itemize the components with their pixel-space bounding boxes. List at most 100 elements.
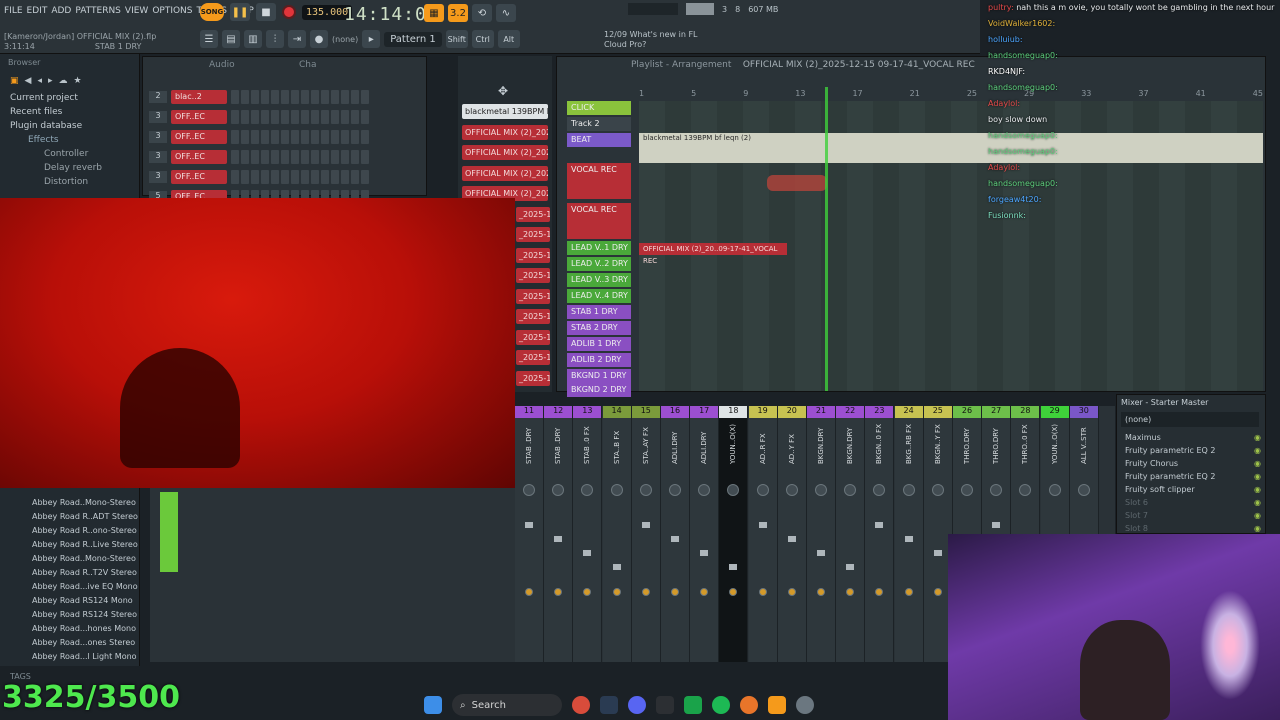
step-button[interactable] bbox=[251, 170, 259, 184]
track-header[interactable]: BKGND 1 DRY bbox=[567, 369, 631, 383]
step-button[interactable] bbox=[351, 130, 359, 144]
step-button[interactable] bbox=[261, 150, 269, 164]
plugin-preset-item[interactable]: Abbey Road R..ono-Stereo bbox=[0, 522, 140, 536]
step-button[interactable] bbox=[311, 130, 319, 144]
send-knob[interactable] bbox=[787, 588, 796, 596]
step-button[interactable] bbox=[301, 110, 309, 124]
fx-slot[interactable]: Slot 7 ◉ bbox=[1117, 509, 1265, 522]
volume-fader[interactable] bbox=[846, 564, 855, 570]
pattern-item[interactable]: _2025-1.. bbox=[516, 370, 550, 386]
browser-item[interactable]: Distortion bbox=[0, 175, 139, 189]
volume-fader[interactable] bbox=[525, 522, 533, 528]
step-sequencer[interactable] bbox=[231, 90, 369, 104]
record-button[interactable] bbox=[282, 5, 296, 19]
step-button[interactable] bbox=[311, 110, 319, 124]
pattern-item[interactable]: _2025-1.. bbox=[516, 309, 550, 324]
step-button[interactable] bbox=[331, 110, 339, 124]
mixer-strip[interactable]: 16 ADLI.DRY bbox=[661, 406, 690, 662]
step-button[interactable] bbox=[271, 90, 279, 104]
channel-number[interactable]: 3 bbox=[149, 151, 167, 163]
volume-fader[interactable] bbox=[758, 522, 767, 528]
track-header[interactable]: VOCAL REC bbox=[567, 203, 631, 239]
track-header[interactable]: STAB 2 DRY bbox=[567, 321, 631, 335]
plugin-preset-item[interactable]: Abbey Road..Mono-Stereo bbox=[0, 550, 140, 564]
obs-icon[interactable] bbox=[740, 696, 758, 714]
send-knob[interactable] bbox=[583, 588, 592, 596]
plugin-preset-item[interactable]: Abbey Road R..Live Stereo bbox=[0, 536, 140, 550]
step-button[interactable] bbox=[321, 150, 329, 164]
step-button[interactable] bbox=[341, 170, 349, 184]
step-button[interactable] bbox=[361, 150, 369, 164]
playlist-icon[interactable]: ☰ bbox=[200, 30, 218, 48]
song-mode-button[interactable]: SONG bbox=[200, 3, 224, 21]
app-icon[interactable] bbox=[684, 696, 702, 714]
step-button[interactable] bbox=[321, 130, 329, 144]
audio-clip-vocal-waveform[interactable] bbox=[767, 175, 827, 191]
chat-username[interactable]: Fusionnk: bbox=[988, 211, 1026, 220]
pan-knob[interactable] bbox=[961, 484, 973, 496]
chat-username[interactable]: handsomeguap0: bbox=[988, 179, 1058, 188]
step-button[interactable] bbox=[291, 130, 299, 144]
forward-icon[interactable]: ▸ bbox=[48, 76, 53, 86]
fx-slot[interactable]: Maximus ◉ bbox=[1117, 431, 1265, 444]
mixer-strip[interactable]: 13 STAB .0 FX bbox=[573, 406, 603, 662]
plugin-preset-item[interactable]: Abbey Road...l Light Mono bbox=[0, 648, 140, 662]
step-button[interactable] bbox=[231, 130, 239, 144]
menu-item-options[interactable]: OPTIONS bbox=[152, 6, 192, 16]
play-button[interactable]: ❚❚ bbox=[230, 3, 250, 21]
volume-fader[interactable] bbox=[612, 564, 621, 570]
plugin-preset-item[interactable]: Abbey Road RS124 Mono bbox=[0, 592, 140, 606]
fx-power-icon[interactable]: ◉ bbox=[1254, 524, 1261, 533]
step-button[interactable] bbox=[291, 150, 299, 164]
browser-item[interactable]: Plugin database bbox=[0, 119, 139, 133]
volume-fader[interactable] bbox=[904, 536, 913, 542]
track-header[interactable]: LEAD V..3 DRY bbox=[567, 273, 631, 287]
step-button[interactable] bbox=[331, 90, 339, 104]
pan-knob[interactable] bbox=[523, 484, 535, 496]
channel-rack-icon[interactable]: ▥ bbox=[244, 30, 262, 48]
cloud-icon[interactable]: ☁ bbox=[59, 76, 68, 86]
fx-power-icon[interactable]: ◉ bbox=[1254, 446, 1261, 455]
browser-item[interactable]: Effects bbox=[0, 133, 139, 147]
spotify-icon[interactable] bbox=[712, 696, 730, 714]
fx-slot[interactable]: Fruity parametric EQ 2 ◉ bbox=[1117, 444, 1265, 457]
volume-fader[interactable] bbox=[787, 536, 796, 542]
pattern-select[interactable]: Pattern 1 bbox=[384, 31, 442, 47]
step-button[interactable] bbox=[291, 170, 299, 184]
channel-row[interactable]: 2 blac..2 bbox=[149, 89, 369, 105]
plugin-preset-item[interactable]: Abbey Road...ive EQ Mono bbox=[0, 578, 140, 592]
step-button[interactable] bbox=[351, 110, 359, 124]
step-button[interactable] bbox=[281, 90, 289, 104]
send-knob[interactable] bbox=[641, 588, 650, 596]
back-icon[interactable]: ◂ bbox=[37, 76, 42, 86]
step-button[interactable] bbox=[231, 150, 239, 164]
plugin-preset-item[interactable]: Abbey Road RS124 Stereo bbox=[0, 606, 140, 620]
volume-fader[interactable] bbox=[817, 550, 825, 556]
pattern-item[interactable]: OFFICIAL MIX (2)_2025-1.. bbox=[462, 165, 548, 181]
step-button[interactable] bbox=[341, 150, 349, 164]
mixer-strip[interactable]: 19 AD..R FX bbox=[748, 406, 778, 662]
pattern-item[interactable]: _2025-1.. bbox=[516, 329, 550, 345]
volume-fader[interactable] bbox=[992, 522, 1001, 528]
send-knob[interactable] bbox=[904, 588, 913, 596]
star-icon[interactable]: ★ bbox=[74, 76, 82, 86]
pattern-item[interactable]: blackmetal 139BPM bf leqn bbox=[462, 104, 548, 119]
mixer-strip[interactable]: 20 AD..Y FX bbox=[777, 406, 807, 662]
pan-knob[interactable] bbox=[552, 484, 565, 496]
chat-username[interactable]: RKD4NJF: bbox=[988, 67, 1025, 76]
step-button[interactable] bbox=[251, 110, 259, 124]
step-button[interactable] bbox=[341, 130, 349, 144]
terminal-icon[interactable] bbox=[656, 696, 674, 714]
channel-name-button[interactable]: OFF..EC bbox=[171, 150, 227, 164]
step-button[interactable] bbox=[241, 170, 249, 184]
browser-item[interactable]: Controller bbox=[0, 147, 139, 161]
pan-knob[interactable] bbox=[873, 484, 886, 496]
channel-row[interactable]: 3 OFF..EC bbox=[149, 169, 369, 185]
chrome-icon[interactable] bbox=[572, 696, 590, 714]
pan-knob[interactable] bbox=[756, 484, 769, 496]
chat-username[interactable]: Adaylol: bbox=[988, 99, 1020, 108]
chat-username[interactable]: handsomeguap0: bbox=[988, 51, 1058, 60]
plugin-preset-item[interactable]: Abbey Road R..ADT Stereo bbox=[0, 508, 140, 522]
ctrl-key-button[interactable]: Ctrl bbox=[471, 30, 494, 48]
track-header[interactable]: BKGND 2 DRY bbox=[567, 383, 631, 397]
